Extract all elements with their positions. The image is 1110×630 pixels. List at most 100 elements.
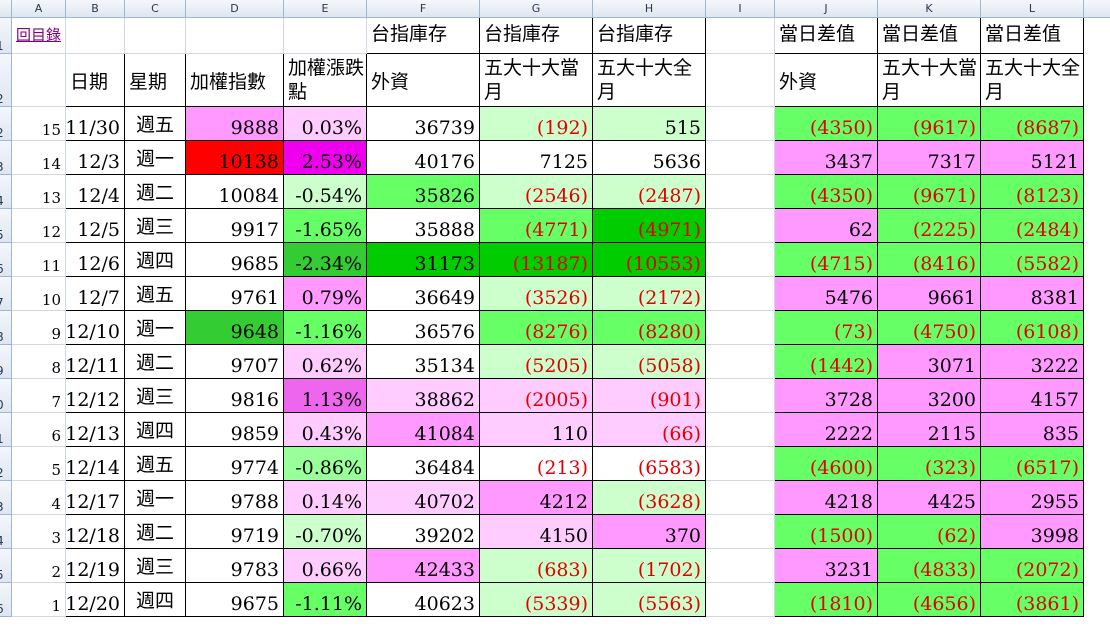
data-cell-A[interactable]: 10 <box>12 277 66 311</box>
group-header-F[interactable]: 台指庫存 <box>367 18 480 54</box>
data-cell-J[interactable]: 2222 <box>775 413 878 447</box>
data-cell-C[interactable]: 週二 <box>125 515 186 549</box>
data-cell-G[interactable]: (4771) <box>480 209 593 243</box>
data-cell-D[interactable]: 9917 <box>186 209 284 243</box>
data-cell-B[interactable]: 12/7 <box>66 277 125 311</box>
data-cell-K[interactable]: (9671) <box>878 175 981 209</box>
data-cell-C[interactable]: 週三 <box>125 379 186 413</box>
data-cell-B[interactable]: 12/10 <box>66 311 125 345</box>
data-cell-L[interactable]: 8381 <box>981 277 1084 311</box>
data-cell-B[interactable]: 12/12 <box>66 379 125 413</box>
data-cell-G[interactable]: (683) <box>480 549 593 583</box>
data-cell-G[interactable]: (5339) <box>480 583 593 617</box>
data-cell-L[interactable]: 835 <box>981 413 1084 447</box>
column-header-I[interactable]: I <box>706 0 775 18</box>
row-header[interactable]: 5 <box>0 209 12 243</box>
data-cell-C[interactable]: 週一 <box>125 481 186 515</box>
column-header-C[interactable]: C <box>125 0 186 18</box>
row-header[interactable]: 4 <box>0 175 12 209</box>
data-cell-E[interactable]: 0.43% <box>284 413 367 447</box>
data-cell-A[interactable]: 3 <box>12 515 66 549</box>
empty-cell[interactable] <box>706 277 775 311</box>
data-cell-E[interactable]: -0.54% <box>284 175 367 209</box>
data-cell-L[interactable]: 5121 <box>981 141 1084 175</box>
data-cell-C[interactable]: 週五 <box>125 277 186 311</box>
data-cell-G[interactable]: (13187) <box>480 243 593 277</box>
data-cell-A[interactable]: 7 <box>12 379 66 413</box>
data-cell-H[interactable]: 370 <box>593 515 706 549</box>
data-cell-F[interactable]: 38862 <box>367 379 480 413</box>
data-cell-D[interactable]: 9761 <box>186 277 284 311</box>
data-cell-D[interactable]: 9888 <box>186 107 284 141</box>
data-cell-H[interactable]: (10553) <box>593 243 706 277</box>
data-cell-K[interactable]: (4833) <box>878 549 981 583</box>
data-cell-J[interactable]: (1810) <box>775 583 878 617</box>
data-cell-H[interactable]: (4971) <box>593 209 706 243</box>
data-cell-G[interactable]: 4212 <box>480 481 593 515</box>
data-cell-L[interactable]: (8123) <box>981 175 1084 209</box>
data-cell-E[interactable]: -1.16% <box>284 311 367 345</box>
data-cell-D[interactable]: 10084 <box>186 175 284 209</box>
data-cell-B[interactable]: 12/13 <box>66 413 125 447</box>
data-cell-L[interactable]: (3861) <box>981 583 1084 617</box>
data-cell-G[interactable]: (213) <box>480 447 593 481</box>
sub-header-B[interactable]: 日期 <box>66 54 125 107</box>
select-all-corner[interactable] <box>0 0 12 18</box>
data-cell-J[interactable]: (1442) <box>775 345 878 379</box>
data-cell-K[interactable]: 3071 <box>878 345 981 379</box>
data-cell-H[interactable]: (8280) <box>593 311 706 345</box>
group-header-K[interactable]: 當日差值 <box>878 18 981 54</box>
data-cell-B[interactable]: 12/6 <box>66 243 125 277</box>
data-cell-E[interactable]: 0.14% <box>284 481 367 515</box>
data-cell-G[interactable]: (3526) <box>480 277 593 311</box>
data-cell-E[interactable]: -0.86% <box>284 447 367 481</box>
data-cell-C[interactable]: 週五 <box>125 107 186 141</box>
row-header[interactable]: 4 <box>0 515 12 549</box>
sub-header-J[interactable]: 外資 <box>775 54 878 107</box>
data-cell-D[interactable]: 9648 <box>186 311 284 345</box>
data-cell-K[interactable]: 2115 <box>878 413 981 447</box>
data-cell-E[interactable]: 0.79% <box>284 277 367 311</box>
sub-header-C[interactable]: 星期 <box>125 54 186 107</box>
data-cell-H[interactable]: 5636 <box>593 141 706 175</box>
data-cell-B[interactable]: 12/11 <box>66 345 125 379</box>
row-header[interactable]: 2 <box>0 447 12 481</box>
data-cell-H[interactable]: (3628) <box>593 481 706 515</box>
data-cell-J[interactable]: (73) <box>775 311 878 345</box>
data-cell-A[interactable]: 11 <box>12 243 66 277</box>
empty-cell[interactable] <box>706 243 775 277</box>
data-cell-G[interactable]: (5205) <box>480 345 593 379</box>
data-cell-E[interactable]: -2.34% <box>284 243 367 277</box>
data-cell-A[interactable]: 1 <box>12 583 66 617</box>
data-cell-A[interactable]: 2 <box>12 549 66 583</box>
column-header-B[interactable]: B <box>66 0 125 18</box>
data-cell-D[interactable]: 9783 <box>186 549 284 583</box>
data-cell-J[interactable]: (4715) <box>775 243 878 277</box>
data-cell-J[interactable]: 3728 <box>775 379 878 413</box>
data-cell-F[interactable]: 40702 <box>367 481 480 515</box>
sub-header-G[interactable]: 五大十大當月 <box>480 54 593 107</box>
data-cell-C[interactable]: 週三 <box>125 549 186 583</box>
data-cell-K[interactable]: (4750) <box>878 311 981 345</box>
data-cell-F[interactable]: 36739 <box>367 107 480 141</box>
data-cell-D[interactable]: 9774 <box>186 447 284 481</box>
data-cell-K[interactable]: 3200 <box>878 379 981 413</box>
data-cell-B[interactable]: 12/18 <box>66 515 125 549</box>
data-cell-F[interactable]: 36484 <box>367 447 480 481</box>
data-cell-B[interactable]: 12/17 <box>66 481 125 515</box>
data-cell-B[interactable]: 12/5 <box>66 209 125 243</box>
data-cell-F[interactable]: 39202 <box>367 515 480 549</box>
data-cell-G[interactable]: (2005) <box>480 379 593 413</box>
data-cell-K[interactable]: 7317 <box>878 141 981 175</box>
data-cell-H[interactable]: 515 <box>593 107 706 141</box>
empty-cell[interactable] <box>12 54 66 107</box>
data-cell-F[interactable]: 42433 <box>367 549 480 583</box>
data-cell-J[interactable]: 4218 <box>775 481 878 515</box>
data-cell-D[interactable]: 9788 <box>186 481 284 515</box>
data-cell-L[interactable]: 3998 <box>981 515 1084 549</box>
data-cell-E[interactable]: 1.13% <box>284 379 367 413</box>
empty-cell[interactable] <box>706 481 775 515</box>
data-cell-L[interactable]: 2955 <box>981 481 1084 515</box>
data-cell-G[interactable]: 4150 <box>480 515 593 549</box>
sub-header-K[interactable]: 五大十大當月 <box>878 54 981 107</box>
